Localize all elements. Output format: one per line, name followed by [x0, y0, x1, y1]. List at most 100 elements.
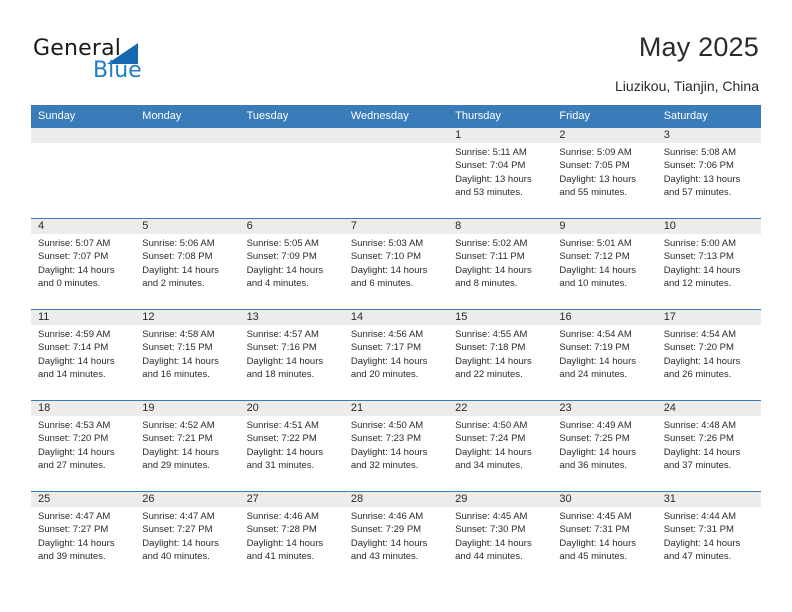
calendar-day-cell[interactable]: 30 Sunrise: 4:45 AM Sunset: 7:31 PM Dayligh…: [552, 491, 657, 582]
calendar-cell-inner: 29 Sunrise: 4:45 AM Sunset: 7:30 PM Dayligh…: [448, 492, 553, 582]
daylight-text-line2: and 32 minutes.: [350, 459, 419, 471]
calendar-day-cell[interactable]: 27 Sunrise: 4:46 AM Sunset: 7:28 PM Dayligh…: [239, 491, 344, 582]
sunset-text: Sunset: 7:22 PM: [246, 433, 317, 445]
daylight-text-line1: Daylight: 14 hours: [142, 537, 219, 549]
calendar-day-cell[interactable]: 15 Sunrise: 4:55 AM Sunset: 7:18 PM Dayligh…: [448, 309, 553, 401]
calendar-cell-inner: 25 Sunrise: 4:47 AM Sunset: 7:27 PM Dayligh…: [31, 492, 136, 582]
calendar-day-cell[interactable]: 9 Sunrise: 5:01 AM Sunset: 7:12 PM Daylight…: [552, 218, 657, 310]
day-number: 11: [31, 310, 136, 325]
daylight-text-line2: and 40 minutes.: [142, 550, 210, 562]
calendar-day-cell[interactable]: 16 Sunrise: 4:54 AM Sunset: 7:19 PM Dayligh…: [552, 309, 657, 401]
day-number: 26: [135, 492, 240, 507]
day-number: 8: [448, 219, 553, 234]
day-details: Sunrise: 4:51 AM Sunset: 7:22 PM Daylight:…: [240, 416, 344, 472]
day-details: Sunrise: 4:54 AM Sunset: 7:20 PM Daylight:…: [657, 325, 761, 381]
calendar-cell-empty: [239, 127, 344, 219]
calendar-day-cell[interactable]: 1 Sunrise: 5:11 AM Sunset: 7:04 PM Daylight…: [448, 127, 553, 219]
sunrise-text: Sunrise: 4:45 AM: [559, 511, 632, 522]
calendar-day-cell[interactable]: 22 Sunrise: 4:50 AM Sunset: 7:24 PM Dayligh…: [448, 400, 553, 492]
day-details: Sunrise: 5:08 AM Sunset: 7:06 PM Daylight:…: [657, 143, 761, 199]
brand-logo[interactable]: General Blue: [33, 36, 213, 88]
sunrise-text: Sunrise: 4:54 AM: [663, 329, 737, 340]
day-number: 5: [135, 219, 240, 234]
calendar-day-cell[interactable]: 17 Sunrise: 4:54 AM Sunset: 7:20 PM Dayligh…: [656, 309, 761, 401]
day-number: 18: [31, 401, 136, 416]
calendar-day-cell[interactable]: 13 Sunrise: 4:57 AM Sunset: 7:16 PM Dayligh…: [239, 309, 344, 401]
day-number: 10: [656, 219, 761, 234]
daylight-text-line1: Daylight: 13 hours: [455, 173, 532, 185]
calendar-day-cell[interactable]: 8 Sunrise: 5:02 AM Sunset: 7:11 PM Daylight…: [448, 218, 553, 310]
calendar-day-cell[interactable]: 20 Sunrise: 4:51 AM Sunset: 7:22 PM Dayligh…: [239, 400, 344, 492]
calendar-week-row: 18 Sunrise: 4:53 AM Sunset: 7:20 PM Dayligh…: [31, 400, 761, 492]
daylight-text-line1: Daylight: 14 hours: [559, 355, 636, 367]
calendar-day-cell[interactable]: 21 Sunrise: 4:50 AM Sunset: 7:23 PM Dayligh…: [343, 400, 449, 492]
weekday-header-sunday: Sunday: [31, 105, 136, 128]
calendar-cell-inner: 6 Sunrise: 5:05 AM Sunset: 7:09 PM Daylight…: [239, 219, 344, 309]
weekday-header-tuesday: Tuesday: [239, 105, 344, 128]
sunrise-text: Sunrise: 5:07 AM: [38, 238, 111, 249]
daylight-text-line1: Daylight: 14 hours: [246, 264, 324, 276]
calendar-day-cell[interactable]: 31 Sunrise: 4:44 AM Sunset: 7:31 PM Dayligh…: [656, 491, 761, 582]
calendar-day-cell[interactable]: 25 Sunrise: 4:47 AM Sunset: 7:27 PM Dayligh…: [31, 491, 136, 582]
page-title: May 2025: [638, 32, 759, 62]
day-details: Sunrise: 4:57 AM Sunset: 7:16 PM Daylight:…: [240, 325, 344, 381]
calendar-day-cell[interactable]: 14 Sunrise: 4:56 AM Sunset: 7:17 PM Dayligh…: [343, 309, 449, 401]
calendar-cell-inner: 13 Sunrise: 4:57 AM Sunset: 7:16 PM Dayligh…: [239, 310, 344, 400]
sunrise-text: Sunrise: 4:47 AM: [38, 511, 111, 522]
sunset-text: Sunset: 7:08 PM: [142, 251, 213, 263]
calendar-day-cell[interactable]: 23 Sunrise: 4:49 AM Sunset: 7:25 PM Dayligh…: [552, 400, 657, 492]
calendar-day-cell[interactable]: 10 Sunrise: 5:00 AM Sunset: 7:13 PM Dayligh…: [656, 218, 761, 310]
daylight-text-line2: and 6 minutes.: [350, 277, 414, 289]
calendar-day-cell[interactable]: 18 Sunrise: 4:53 AM Sunset: 7:20 PM Dayligh…: [31, 400, 136, 492]
calendar-cell-inner: [239, 128, 344, 218]
calendar-day-cell[interactable]: 26 Sunrise: 4:47 AM Sunset: 7:27 PM Dayligh…: [135, 491, 240, 582]
sunrise-text: Sunrise: 4:49 AM: [559, 420, 632, 431]
calendar-day-cell[interactable]: 12 Sunrise: 4:58 AM Sunset: 7:15 PM Dayligh…: [135, 309, 240, 401]
calendar-day-cell[interactable]: 2 Sunrise: 5:09 AM Sunset: 7:05 PM Daylight…: [552, 127, 657, 219]
sunset-text: Sunset: 7:10 PM: [350, 251, 422, 263]
daylight-text-line2: and 41 minutes.: [246, 550, 315, 562]
calendar-cell-inner: 23 Sunrise: 4:49 AM Sunset: 7:25 PM Dayligh…: [552, 401, 657, 491]
daylight-text-line2: and 0 minutes.: [38, 277, 101, 289]
day-number: [31, 128, 136, 143]
day-details: Sunrise: 4:50 AM Sunset: 7:23 PM Daylight:…: [344, 416, 448, 472]
sunrise-text: Sunrise: 4:53 AM: [38, 420, 111, 431]
day-details: Sunrise: 5:11 AM Sunset: 7:04 PM Daylight:…: [448, 143, 552, 199]
day-details: Sunrise: 5:07 AM Sunset: 7:07 PM Daylight:…: [31, 234, 135, 290]
calendar-cell-inner: 20 Sunrise: 4:51 AM Sunset: 7:22 PM Dayligh…: [239, 401, 344, 491]
calendar-cell-inner: 19 Sunrise: 4:52 AM Sunset: 7:21 PM Dayligh…: [135, 401, 240, 491]
calendar-day-cell[interactable]: 24 Sunrise: 4:48 AM Sunset: 7:26 PM Dayligh…: [656, 400, 761, 492]
sunset-text: Sunset: 7:20 PM: [663, 342, 734, 354]
weekday-header-thursday: Thursday: [448, 105, 553, 128]
daylight-text-line1: Daylight: 13 hours: [559, 173, 636, 185]
calendar-cell-inner: 8 Sunrise: 5:02 AM Sunset: 7:11 PM Daylight…: [448, 219, 553, 309]
day-number: [239, 128, 344, 143]
weekday-header-wednesday: Wednesday: [343, 105, 449, 128]
sunrise-text: Sunrise: 5:08 AM: [663, 147, 737, 158]
calendar-cell-inner: [135, 128, 240, 218]
daylight-text-line1: Daylight: 14 hours: [246, 537, 324, 549]
calendar-day-cell[interactable]: 7 Sunrise: 5:03 AM Sunset: 7:10 PM Daylight…: [343, 218, 449, 310]
calendar-day-cell[interactable]: 3 Sunrise: 5:08 AM Sunset: 7:06 PM Daylight…: [656, 127, 761, 219]
sunset-text: Sunset: 7:11 PM: [455, 251, 525, 263]
calendar-day-cell[interactable]: 19 Sunrise: 4:52 AM Sunset: 7:21 PM Dayligh…: [135, 400, 240, 492]
daylight-text-line1: Daylight: 14 hours: [559, 264, 636, 276]
day-number: [135, 128, 240, 143]
daylight-text-line2: and 45 minutes.: [559, 550, 628, 562]
day-details: Sunrise: 4:47 AM Sunset: 7:27 PM Daylight:…: [31, 507, 135, 563]
sunrise-text: Sunrise: 4:57 AM: [246, 329, 319, 340]
sunset-text: Sunset: 7:31 PM: [663, 524, 734, 536]
calendar-day-cell[interactable]: 4 Sunrise: 5:07 AM Sunset: 7:07 PM Daylight…: [31, 218, 136, 310]
calendar-day-cell[interactable]: 29 Sunrise: 4:45 AM Sunset: 7:30 PM Dayligh…: [448, 491, 553, 582]
daylight-text-line2: and 47 minutes.: [663, 550, 732, 562]
calendar-day-cell[interactable]: 5 Sunrise: 5:06 AM Sunset: 7:08 PM Daylight…: [135, 218, 240, 310]
calendar-day-cell[interactable]: 11 Sunrise: 4:59 AM Sunset: 7:14 PM Dayligh…: [31, 309, 136, 401]
sunrise-text: Sunrise: 5:06 AM: [142, 238, 215, 249]
day-number: 13: [239, 310, 344, 325]
day-details: [31, 143, 135, 146]
calendar-day-cell[interactable]: 28 Sunrise: 4:46 AM Sunset: 7:29 PM Dayligh…: [343, 491, 449, 582]
daylight-text-line2: and 4 minutes.: [246, 277, 309, 289]
daylight-text-line2: and 8 minutes.: [455, 277, 518, 289]
calendar-day-cell[interactable]: 6 Sunrise: 5:05 AM Sunset: 7:09 PM Daylight…: [239, 218, 344, 310]
sunrise-text: Sunrise: 4:59 AM: [38, 329, 111, 340]
